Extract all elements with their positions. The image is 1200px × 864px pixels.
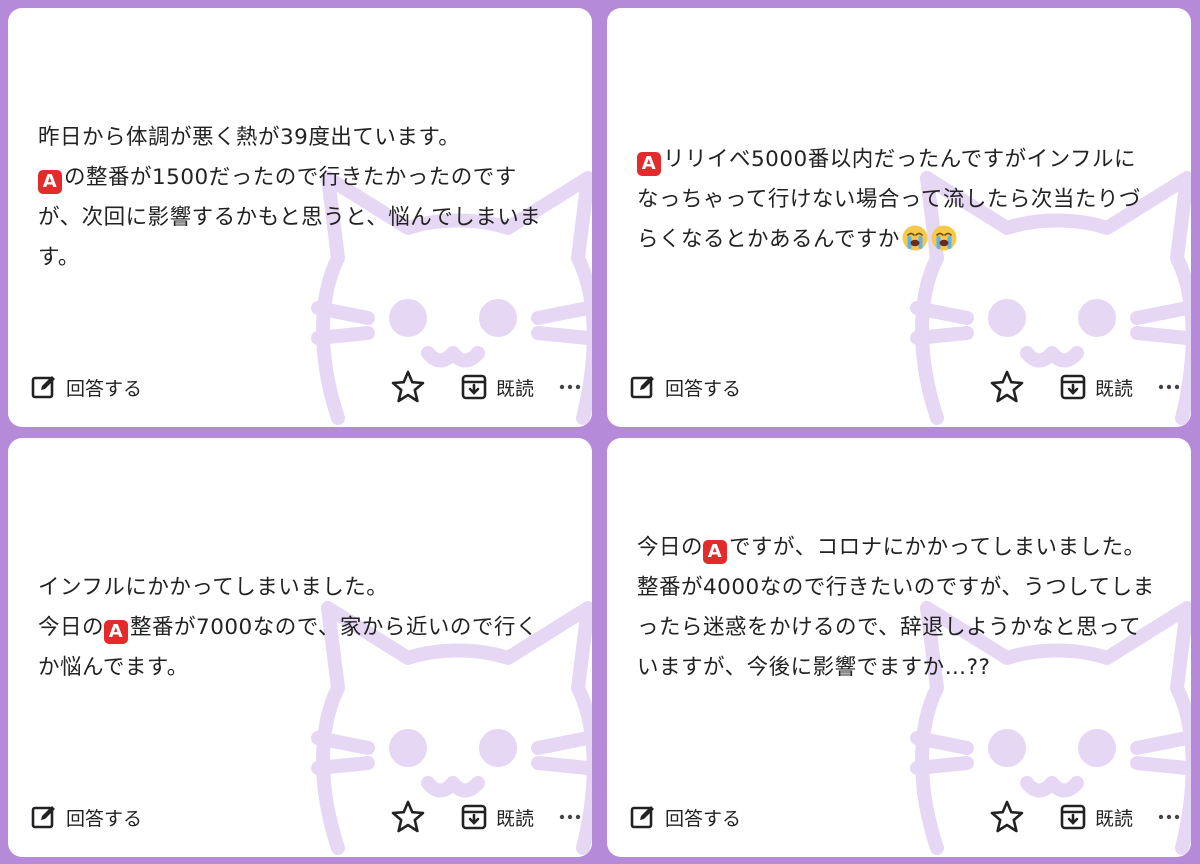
action-bar: 回答する 既読 <box>8 799 592 835</box>
more-horizontal-icon[interactable] <box>1157 377 1181 397</box>
archive-box-icon <box>1060 374 1086 400</box>
edit-pencil-icon <box>31 376 55 399</box>
more-horizontal-icon[interactable] <box>1157 807 1181 827</box>
archive-box-icon <box>461 804 487 830</box>
answer-label: 回答する <box>66 807 143 830</box>
read-label: 既読 <box>1095 807 1134 830</box>
question-paragraph: 今日の A 整番が7000なので、家から近いので行くか悩んでます。 <box>38 608 558 688</box>
question-text-run: 今日の <box>38 615 105 640</box>
answer-button[interactable]: 回答する <box>30 371 142 403</box>
question-paragraph: A の整番が1500だったので行きたかったのですが、次回に影響するかもと思うと、悩… <box>38 158 558 278</box>
star-outline-icon[interactable] <box>989 369 1025 405</box>
question-card: 今日の A ですが、コロナにかかってしまいました。整番が4000なので行きたいのです… <box>607 438 1191 857</box>
loudly-crying-face-icon <box>931 225 957 251</box>
edit-pencil-icon <box>31 806 55 829</box>
answer-label: 回答する <box>665 807 742 830</box>
question-text-run: インフルにかかってしまいました。 <box>38 575 389 600</box>
star-outline-icon[interactable] <box>989 799 1025 835</box>
question-text: 昨日から体調が悪く熱が39度出ています。 A の整番が1500だったので行きたかった… <box>38 118 558 278</box>
read-button[interactable]: 既読 <box>460 371 534 403</box>
question-card: 昨日から体調が悪く熱が39度出ています。 A の整番が1500だったので行きたかった… <box>8 8 592 427</box>
action-bar: 回答する 既読 <box>607 799 1191 835</box>
question-card: インフルにかかってしまいました。今日の A 整番が7000なので、家から近いので行く… <box>8 438 592 857</box>
question-paragraph: インフルにかかってしまいました。 <box>38 568 558 608</box>
read-button[interactable]: 既読 <box>1059 371 1133 403</box>
loudly-crying-face-icon <box>902 225 928 251</box>
more-horizontal-icon[interactable] <box>558 377 582 397</box>
read-label: 既読 <box>1095 377 1134 400</box>
question-text-run: ですが、コロナにかかってしまいました。 <box>729 535 1146 560</box>
question-text: A リリイベ5000番以内だったんですがインフルになっちゃって行けない場合って流し… <box>637 140 1157 260</box>
more-horizontal-icon[interactable] <box>558 807 582 827</box>
question-text-run: 整番が4000なので行きたいのですが、うつしてしまったら迷惑をかけるので、辞退し… <box>637 575 1155 680</box>
edit-pencil-icon <box>630 806 654 829</box>
question-text-run: の整番が1500だったので行きたかったのですが、次回に影響するかもと思うと、悩ん… <box>38 165 542 270</box>
star-outline-icon[interactable] <box>390 799 426 835</box>
answer-button[interactable]: 回答する <box>30 801 142 833</box>
question-paragraph: 整番が4000なので行きたいのですが、うつしてしまったら迷惑をかけるので、辞退し… <box>637 568 1157 688</box>
read-button[interactable]: 既読 <box>460 801 534 833</box>
read-label: 既読 <box>496 377 535 400</box>
question-paragraph: 昨日から体調が悪く熱が39度出ています。 <box>38 118 558 158</box>
question-paragraph: 今日の A ですが、コロナにかかってしまいました。 <box>637 528 1157 568</box>
read-label: 既読 <box>496 807 535 830</box>
answer-label: 回答する <box>66 377 143 400</box>
answer-button[interactable]: 回答する <box>629 371 741 403</box>
question-text: 今日の A ですが、コロナにかかってしまいました。整番が4000なので行きたいのです… <box>637 528 1157 688</box>
star-outline-icon[interactable] <box>390 369 426 405</box>
action-bar: 回答する 既読 <box>8 369 592 405</box>
a-button-emoji-icon: A <box>38 170 62 194</box>
a-button-emoji-icon: A <box>637 152 661 176</box>
question-paragraph: A リリイベ5000番以内だったんですがインフルになっちゃって行けない場合って流し… <box>637 140 1157 260</box>
answer-label: 回答する <box>665 377 742 400</box>
a-button-emoji-icon: A <box>703 540 728 564</box>
action-bar: 回答する 既読 <box>607 369 1191 405</box>
a-button-emoji-icon: A <box>104 620 129 644</box>
archive-box-icon <box>461 374 487 400</box>
question-text-run: 今日の <box>637 535 704 560</box>
question-text: インフルにかかってしまいました。今日の A 整番が7000なので、家から近いので行く… <box>38 568 558 688</box>
question-card: A リリイベ5000番以内だったんですがインフルになっちゃって行けない場合って流し… <box>607 8 1191 427</box>
edit-pencil-icon <box>630 376 654 399</box>
question-text-run: 昨日から体調が悪く熱が39度出ています。 <box>38 125 461 150</box>
answer-button[interactable]: 回答する <box>629 801 741 833</box>
archive-box-icon <box>1060 804 1086 830</box>
read-button[interactable]: 既読 <box>1059 801 1133 833</box>
question-text-run: リリイベ5000番以内だったんですがインフルになっちゃって行けない場合って流した… <box>637 147 1141 252</box>
